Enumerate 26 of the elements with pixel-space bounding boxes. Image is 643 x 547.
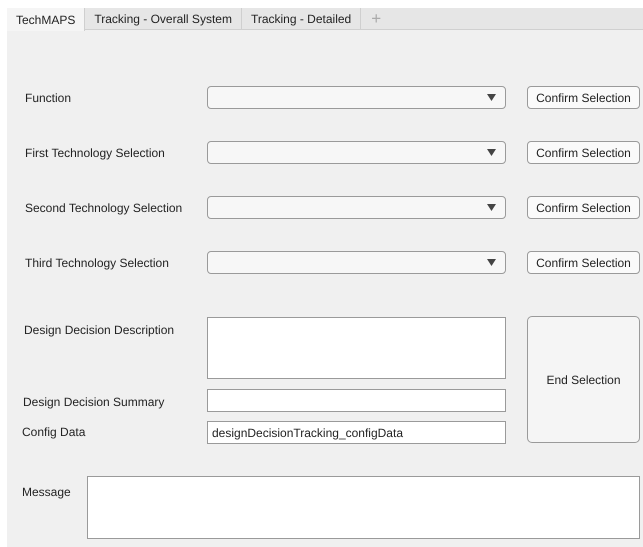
summary-field[interactable] bbox=[207, 389, 506, 412]
field-label: Design Decision Summary bbox=[22, 394, 166, 410]
confirm-selection-button[interactable]: Confirm Selection bbox=[527, 196, 640, 219]
end-selection-button[interactable]: End Selection bbox=[527, 316, 640, 443]
field-label: First Technology Selection bbox=[24, 144, 166, 162]
field-label: Message bbox=[21, 484, 72, 501]
dropdown[interactable] bbox=[207, 251, 506, 274]
field-label: Config Data bbox=[21, 424, 86, 440]
dropdown[interactable] bbox=[207, 141, 506, 164]
field-label: Second Technology Selection bbox=[24, 200, 184, 216]
caret-icon bbox=[487, 94, 496, 101]
caret-icon bbox=[487, 204, 496, 211]
caret-icon bbox=[487, 149, 496, 156]
confirm-selection-button[interactable]: Confirm Selection bbox=[527, 251, 640, 274]
config-data-field[interactable]: designDecisionTracking_configData bbox=[207, 421, 506, 444]
confirm-selection-button[interactable]: Confirm Selection bbox=[527, 141, 640, 164]
caret-icon bbox=[487, 259, 496, 266]
message-field[interactable] bbox=[87, 476, 640, 539]
dropdown[interactable] bbox=[207, 86, 506, 109]
field-label: Design Decision Description bbox=[23, 322, 176, 339]
confirm-selection-button[interactable]: Confirm Selection bbox=[527, 86, 640, 109]
description-field[interactable] bbox=[207, 317, 506, 379]
dropdown[interactable] bbox=[207, 196, 506, 219]
field-label: Third Technology Selection bbox=[24, 254, 170, 272]
tab[interactable]: TechMAPS bbox=[7, 8, 86, 31]
field-label: Function bbox=[24, 90, 72, 106]
